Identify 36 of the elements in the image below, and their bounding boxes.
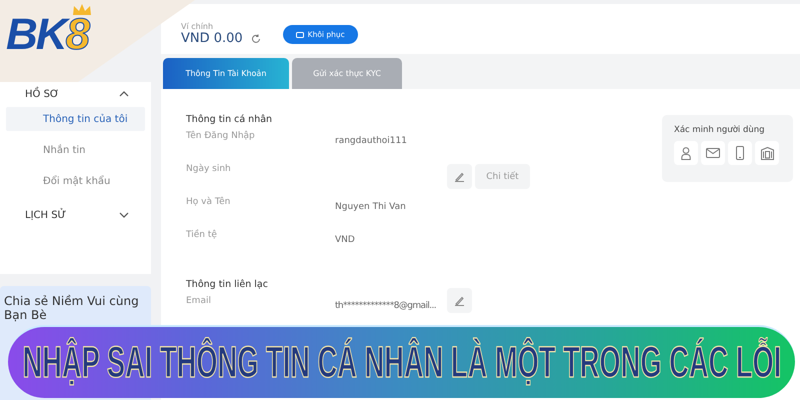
field-value: VND [335, 234, 356, 247]
field-value: th*************8@gmail... [335, 300, 438, 313]
field-label: Họ và Tên [186, 197, 232, 209]
promo-title: Chia sẻ Niềm Vui cùng Bạn Bè [4, 294, 140, 323]
sidebar-item[interactable]: Đổi mật khẩu [6, 169, 145, 193]
sidebar-item[interactable]: Nhắn tin [6, 138, 145, 162]
sidebar-group-label[interactable]: HỒ SƠ [25, 88, 60, 100]
details-button[interactable]: Chi tiết [475, 164, 530, 189]
sidebar-group-label[interactable]: LỊCH SỬ [25, 210, 66, 220]
tab[interactable]: Thông Tin Tài Khoản [163, 58, 289, 89]
sidebar-item[interactable]: Thông tin của tôi [6, 107, 145, 131]
chevron-down-icon[interactable] [119, 212, 129, 218]
wallet-label: Ví chính [181, 22, 214, 31]
verification-title: Xác minh người dùng [674, 125, 766, 135]
field-label: Email [186, 296, 212, 308]
pencil-icon [454, 171, 465, 182]
pencil-icon [454, 295, 465, 306]
section-title: Thông tin liên lạc [186, 279, 269, 292]
refresh-icon[interactable] [250, 34, 261, 44]
field-label: Tên Đăng Nhập [186, 131, 256, 143]
mail-icon[interactable] [706, 148, 720, 158]
field-label: Ngày sinh [186, 164, 232, 176]
chevron-up-icon[interactable] [119, 91, 129, 97]
field-value: rangdauthoi111 [335, 135, 408, 148]
bank-icon[interactable] [760, 146, 774, 160]
section-title: Thông tin cá nhân [186, 114, 274, 127]
wallet-icon [296, 31, 304, 38]
edit-button[interactable] [447, 288, 472, 313]
phone-icon[interactable] [736, 146, 744, 160]
tab[interactable]: Gửi xác thực KYC [292, 58, 402, 89]
field-value: Nguyen Thi Van [335, 201, 407, 214]
wallet-balance: VND 0.00 [181, 31, 243, 46]
field-label: Tiền tệ [186, 230, 218, 242]
user-icon[interactable] [681, 146, 691, 160]
edit-button[interactable] [447, 164, 472, 189]
logo: BK8 [4, 2, 94, 61]
